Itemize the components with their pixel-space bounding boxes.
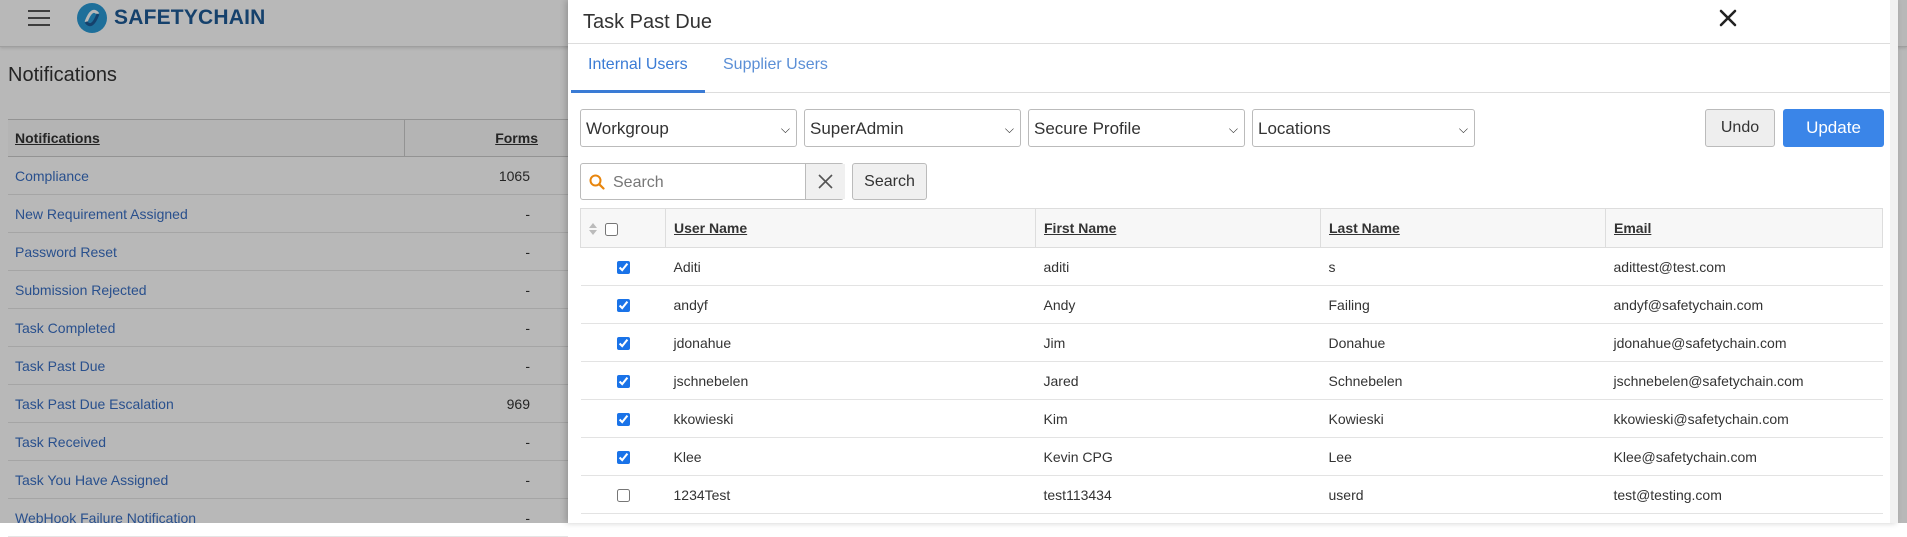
last-name-cell: Failing [1320, 285, 1606, 324]
locations-select-value: Locations [1258, 119, 1331, 138]
row-select-cell [580, 437, 666, 476]
table-row[interactable]: jdonahue Jim Donahue jdonahue@safetychain.c… [580, 323, 1883, 362]
profile-select[interactable]: Secure Profile ⌵ [1028, 109, 1245, 147]
select-all-checkbox[interactable] [605, 222, 618, 236]
user-name-cell: jdonahue [665, 323, 1036, 362]
first-name-cell: aditi [1035, 247, 1321, 286]
email-cell: andyf@safetychain.com [1605, 285, 1883, 324]
row-select-cell [580, 361, 666, 400]
row-checkbox[interactable] [616, 413, 630, 427]
user-name-cell: jschnebelen [665, 361, 1036, 400]
first-name-cell: Jim [1035, 323, 1321, 362]
last-name-cell: Donahue [1320, 323, 1606, 362]
user-name-cell: andyf [665, 285, 1036, 324]
update-button[interactable]: Update [1783, 109, 1884, 147]
table-row[interactable]: Klee Kevin CPG Lee Klee@safetychain.com [580, 437, 1883, 476]
last-name-cell: Lee [1320, 437, 1606, 476]
user-name-cell: Klee [665, 437, 1036, 476]
first-name-cell: Jared [1035, 361, 1321, 400]
users-table: User Name First Name Last Name Email Adi… [580, 208, 1883, 514]
last-name-cell: userd [1320, 475, 1606, 514]
first-name-cell: Kim [1035, 399, 1321, 438]
email-cell: test@testing.com [1605, 475, 1883, 514]
table-row[interactable]: andyf Andy Failing andyf@safetychain.com [580, 285, 1883, 324]
row-checkbox[interactable] [616, 261, 630, 275]
first-name-cell: Kevin CPG [1035, 437, 1321, 476]
last-name-cell: Schnebelen [1320, 361, 1606, 400]
profile-select-value: Secure Profile [1034, 119, 1141, 138]
workgroup-select-value: Workgroup [586, 119, 669, 138]
role-select[interactable]: SuperAdmin ⌵ [804, 109, 1021, 147]
role-select-value: SuperAdmin [810, 119, 904, 138]
table-row[interactable]: Aditi aditi s adittest@test.com [580, 247, 1883, 286]
user-name-cell: kkowieski [665, 399, 1036, 438]
chevron-down-icon: ⌵ [1228, 122, 1238, 136]
row-checkbox[interactable] [616, 451, 630, 465]
email-cell: jdonahue@safetychain.com [1605, 323, 1883, 362]
workgroup-select[interactable]: Workgroup ⌵ [580, 109, 797, 147]
search-button[interactable]: Search [852, 163, 927, 200]
row-checkbox[interactable] [616, 489, 630, 503]
email-cell: adittest@test.com [1605, 247, 1883, 286]
last-name-cell: Kowieski [1320, 399, 1606, 438]
column-header-last-name[interactable]: Last Name [1320, 208, 1606, 248]
locations-select[interactable]: Locations ⌵ [1252, 109, 1475, 147]
search-box [580, 163, 845, 200]
scrollbar[interactable] [1890, 0, 1898, 523]
table-row[interactable]: 1234Test test113434 userd test@testing.com [580, 475, 1883, 514]
row-checkbox[interactable] [616, 299, 630, 313]
last-name-cell: s [1320, 247, 1606, 286]
search-input[interactable] [611, 168, 805, 197]
row-select-cell [580, 399, 666, 438]
panel-title: Task Past Due [583, 11, 712, 33]
sort-icon[interactable] [589, 223, 597, 236]
tab-supplier-users[interactable]: Supplier Users [706, 44, 850, 90]
chevron-down-icon: ⌵ [780, 122, 790, 136]
user-name-cell: Aditi [665, 247, 1036, 286]
email-cell: Klee@safetychain.com [1605, 437, 1883, 476]
table-row[interactable]: jschnebelen Jared Schnebelen jschnebelen@sa… [580, 361, 1883, 400]
row-select-cell [580, 247, 666, 286]
row-select-cell [580, 285, 666, 324]
email-cell: kkowieski@safetychain.com [1605, 399, 1883, 438]
table-row[interactable]: kkowieski Kim Kowieski kkowieski@safetychai… [580, 399, 1883, 438]
column-header-user-name[interactable]: User Name [665, 208, 1036, 248]
row-select-cell [580, 323, 666, 362]
task-past-due-panel: Task Past Due Internal Users Supplier Us… [568, 0, 1898, 523]
clear-icon [818, 174, 833, 189]
email-cell: jschnebelen@safetychain.com [1605, 361, 1883, 400]
user-name-cell: 1234Test [665, 475, 1036, 514]
first-name-cell: test113434 [1035, 475, 1321, 514]
user-tabs: Internal Users Supplier Users [571, 44, 1891, 93]
tab-internal-users[interactable]: Internal Users [571, 44, 705, 93]
row-checkbox[interactable] [616, 375, 630, 389]
row-select-cell [580, 475, 666, 514]
column-header-email[interactable]: Email [1605, 208, 1883, 248]
row-checkbox[interactable] [616, 337, 630, 351]
close-icon[interactable] [1714, 4, 1742, 32]
chevron-down-icon: ⌵ [1458, 122, 1468, 136]
chevron-down-icon: ⌵ [1004, 122, 1014, 136]
column-header-first-name[interactable]: First Name [1035, 208, 1321, 248]
undo-button[interactable]: Undo [1705, 109, 1775, 147]
search-icon [589, 174, 605, 190]
first-name-cell: Andy [1035, 285, 1321, 324]
select-all-header [580, 208, 666, 248]
clear-search-button[interactable] [805, 164, 845, 199]
